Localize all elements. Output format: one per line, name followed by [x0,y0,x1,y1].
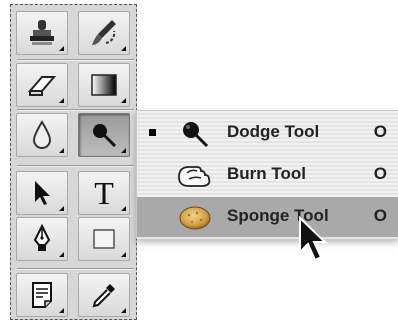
pen-icon [33,223,51,251]
notes-tool[interactable] [16,273,68,317]
history-brush-icon [92,20,116,45]
menu-item-label: Burn Tool [227,164,306,183]
sponge-icon [179,206,211,230]
notes-icon [32,282,52,308]
tool-flyout-menu: Dodge Tool O Burn Tool O Sponge Tool O [136,110,398,239]
menu-item-shortcut: O [373,122,387,141]
menu-item-label: Dodge Tool [227,122,320,141]
gradient-icon [91,74,117,96]
rectangle-tool[interactable] [78,217,130,261]
arrow-icon [35,181,50,205]
stamp-icon [30,20,54,45]
eraser-icon [27,76,57,96]
dodge-icon [93,124,117,148]
drop-icon [32,120,52,149]
eraser-tool[interactable] [16,63,68,107]
clone-stamp-tool[interactable] [16,11,68,55]
history-brush-tool[interactable] [78,11,130,55]
dodge-tool-button[interactable] [78,113,130,157]
type-icon: T [94,174,114,211]
toolbox: T [10,4,137,320]
eyedropper-tool[interactable] [78,273,130,317]
dodge-icon [183,122,209,148]
mouse-pointer-icon [299,216,328,262]
blur-tool[interactable] [16,113,68,157]
menu-item-shortcut: O [373,164,387,183]
selected-indicator [149,129,156,136]
rectangle-icon [93,229,115,249]
type-tool[interactable]: T [78,171,130,215]
gradient-tool[interactable] [78,63,130,107]
menu-item-dodge-tool[interactable]: Dodge Tool O [137,113,398,153]
menu-item-sponge-tool[interactable]: Sponge Tool O [137,197,398,237]
path-selection-tool[interactable] [16,171,68,215]
burn-hand-icon [178,166,211,187]
menu-item-shortcut: O [373,206,387,225]
eyedropper-icon [92,284,115,308]
pen-tool[interactable] [16,217,68,261]
menu-item-burn-tool[interactable]: Burn Tool O [137,155,398,195]
